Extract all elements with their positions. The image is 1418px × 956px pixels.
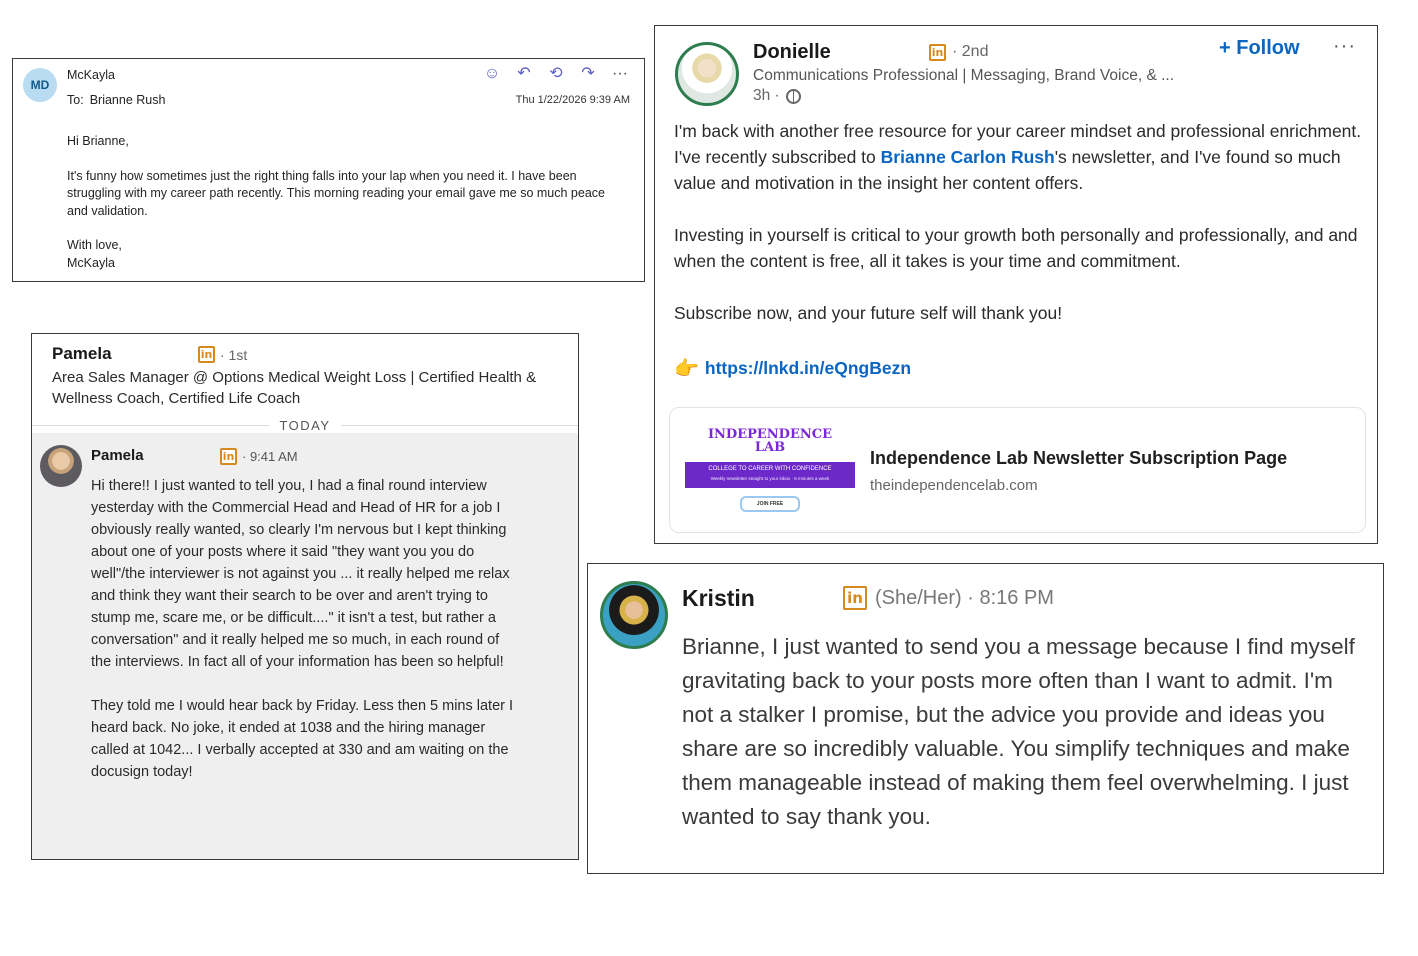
sender-avatar: MD	[23, 68, 57, 102]
post-age: 3h ·	[753, 87, 780, 104]
independence-lab-logo: INDEPENDENCE LAB	[685, 428, 855, 454]
recipient-line: To: Brianne Rush	[67, 93, 171, 107]
sender-name[interactable]: McKayla	[67, 68, 115, 82]
globe-icon	[785, 88, 801, 104]
banner-text: COLLEGE TO CAREER WITH CONFIDENCE	[708, 466, 832, 472]
thumbnail-banner: COLLEGE TO CAREER WITH CONFIDENCE Weekly…	[685, 462, 855, 488]
linkedin-post-donielle: Donielle in · 2nd Communications Profess…	[654, 25, 1378, 544]
reply-all-icon[interactable]: ⟲	[546, 65, 566, 83]
linkedin-icon: in	[198, 346, 215, 363]
logo-text: LAB	[754, 440, 786, 455]
email-body: Hi Brianne, It's funny how sometimes jus…	[67, 133, 622, 272]
post-time: 3h ·	[753, 87, 801, 105]
author-avatar[interactable]	[675, 42, 739, 106]
linkedin-conversation-pamela: Pamela in · 1st Area Sales Manager @ Opt…	[31, 333, 579, 860]
sender-name[interactable]: Kristin	[682, 585, 755, 612]
post-url-link[interactable]: https://lnkd.in/eQngBezn	[705, 358, 911, 379]
connection-degree: · 1st	[220, 346, 248, 363]
forward-icon[interactable]: ↷	[578, 65, 598, 83]
linkedin-icon: in	[929, 43, 946, 61]
preview-title[interactable]: Independence Lab Newsletter Subscription…	[870, 448, 1287, 469]
post-paragraph: Subscribe now, and your future self will…	[674, 303, 1063, 323]
email-paragraph: It's funny how sometimes just the right …	[67, 168, 605, 218]
follow-button[interactable]: + Follow	[1219, 37, 1300, 60]
preview-thumbnail: INDEPENDENCE LAB COLLEGE TO CAREER WITH …	[685, 428, 855, 514]
sender-avatar[interactable]	[40, 445, 82, 487]
conversation-header-name[interactable]: Pamela	[52, 344, 112, 364]
conversation-header-meta: in · 1st	[198, 346, 247, 363]
more-options-icon[interactable]: ···	[610, 65, 630, 83]
date-divider-label: TODAY	[269, 418, 341, 433]
preview-domain: theindependencelab.com	[870, 477, 1038, 494]
link-preview-card[interactable]: INDEPENDENCE LAB COLLEGE TO CAREER WITH …	[669, 407, 1366, 533]
email-greeting: Hi Brianne,	[67, 134, 129, 148]
post-link-line: 👉 https://lnkd.in/eQngBezn	[674, 356, 911, 381]
message-paragraph: Hi there!! I just wanted to tell you, I …	[91, 478, 510, 670]
message-time: · 9:41 AM	[242, 449, 298, 464]
recipient-name[interactable]: Brianne Rush	[90, 93, 166, 107]
email-actions: ☺ ↶ ⟲ ↷ ···	[482, 65, 630, 83]
message-body: Hi there!! I just wanted to tell you, I …	[91, 475, 516, 805]
message-body: Brianne, I just wanted to send you a mes…	[682, 634, 1355, 829]
post-paragraph: I'm back with another free resource for …	[674, 118, 1364, 196]
banner-subtext: Weekly newsletter straight to your inbox…	[710, 476, 830, 481]
emoji-icon[interactable]: ☺	[482, 65, 502, 83]
date-divider: TODAY	[32, 418, 578, 434]
post-paragraph: Investing in yourself is critical to you…	[674, 225, 1358, 271]
connection-degree: · 2nd	[952, 43, 989, 60]
join-free-badge: JOIN FREE	[740, 496, 800, 512]
author-meta: in · 2nd	[929, 43, 988, 61]
linkedin-icon: in	[843, 586, 867, 610]
pointing-hand-icon: 👉	[674, 358, 699, 380]
pronouns-and-time: (She/Her) · 8:16 PM	[875, 586, 1054, 609]
linkedin-message-kristin: Kristin in (She/Her) · 8:16 PM Brianne, …	[587, 563, 1384, 874]
conversation-header-headline: Area Sales Manager @ Options Medical Wei…	[52, 369, 537, 407]
email-closing: With love,	[67, 238, 122, 252]
message-sender-name[interactable]: Pamela	[91, 447, 144, 464]
email-message-card: MD McKayla To: Brianne Rush ☺ ↶ ⟲ ↷ ··· T…	[12, 58, 645, 282]
message-meta: in (She/Her) · 8:16 PM	[843, 586, 1054, 610]
linkedin-icon: in	[220, 448, 237, 465]
sender-avatar[interactable]	[600, 581, 668, 649]
message-list[interactable]: Pamela in · 9:41 AM Hi there!! I just wa…	[32, 433, 578, 859]
author-name[interactable]: Donielle	[753, 41, 831, 64]
email-signature: McKayla	[67, 255, 115, 270]
message-meta: in · 9:41 AM	[220, 448, 298, 465]
more-options-icon[interactable]: ···	[1333, 35, 1356, 58]
post-text: I'm back with another free resource for …	[674, 118, 1364, 352]
to-label: To:	[67, 93, 84, 107]
reply-icon[interactable]: ↶	[514, 65, 534, 83]
mention-link[interactable]: Brianne Carlon Rush	[881, 147, 1055, 167]
author-headline: Communications Professional | Messaging,…	[753, 67, 1175, 84]
message-paragraph: They told me I would hear back by Friday…	[91, 698, 514, 780]
email-date: Thu 1/22/2026 9:39 AM	[515, 94, 630, 106]
